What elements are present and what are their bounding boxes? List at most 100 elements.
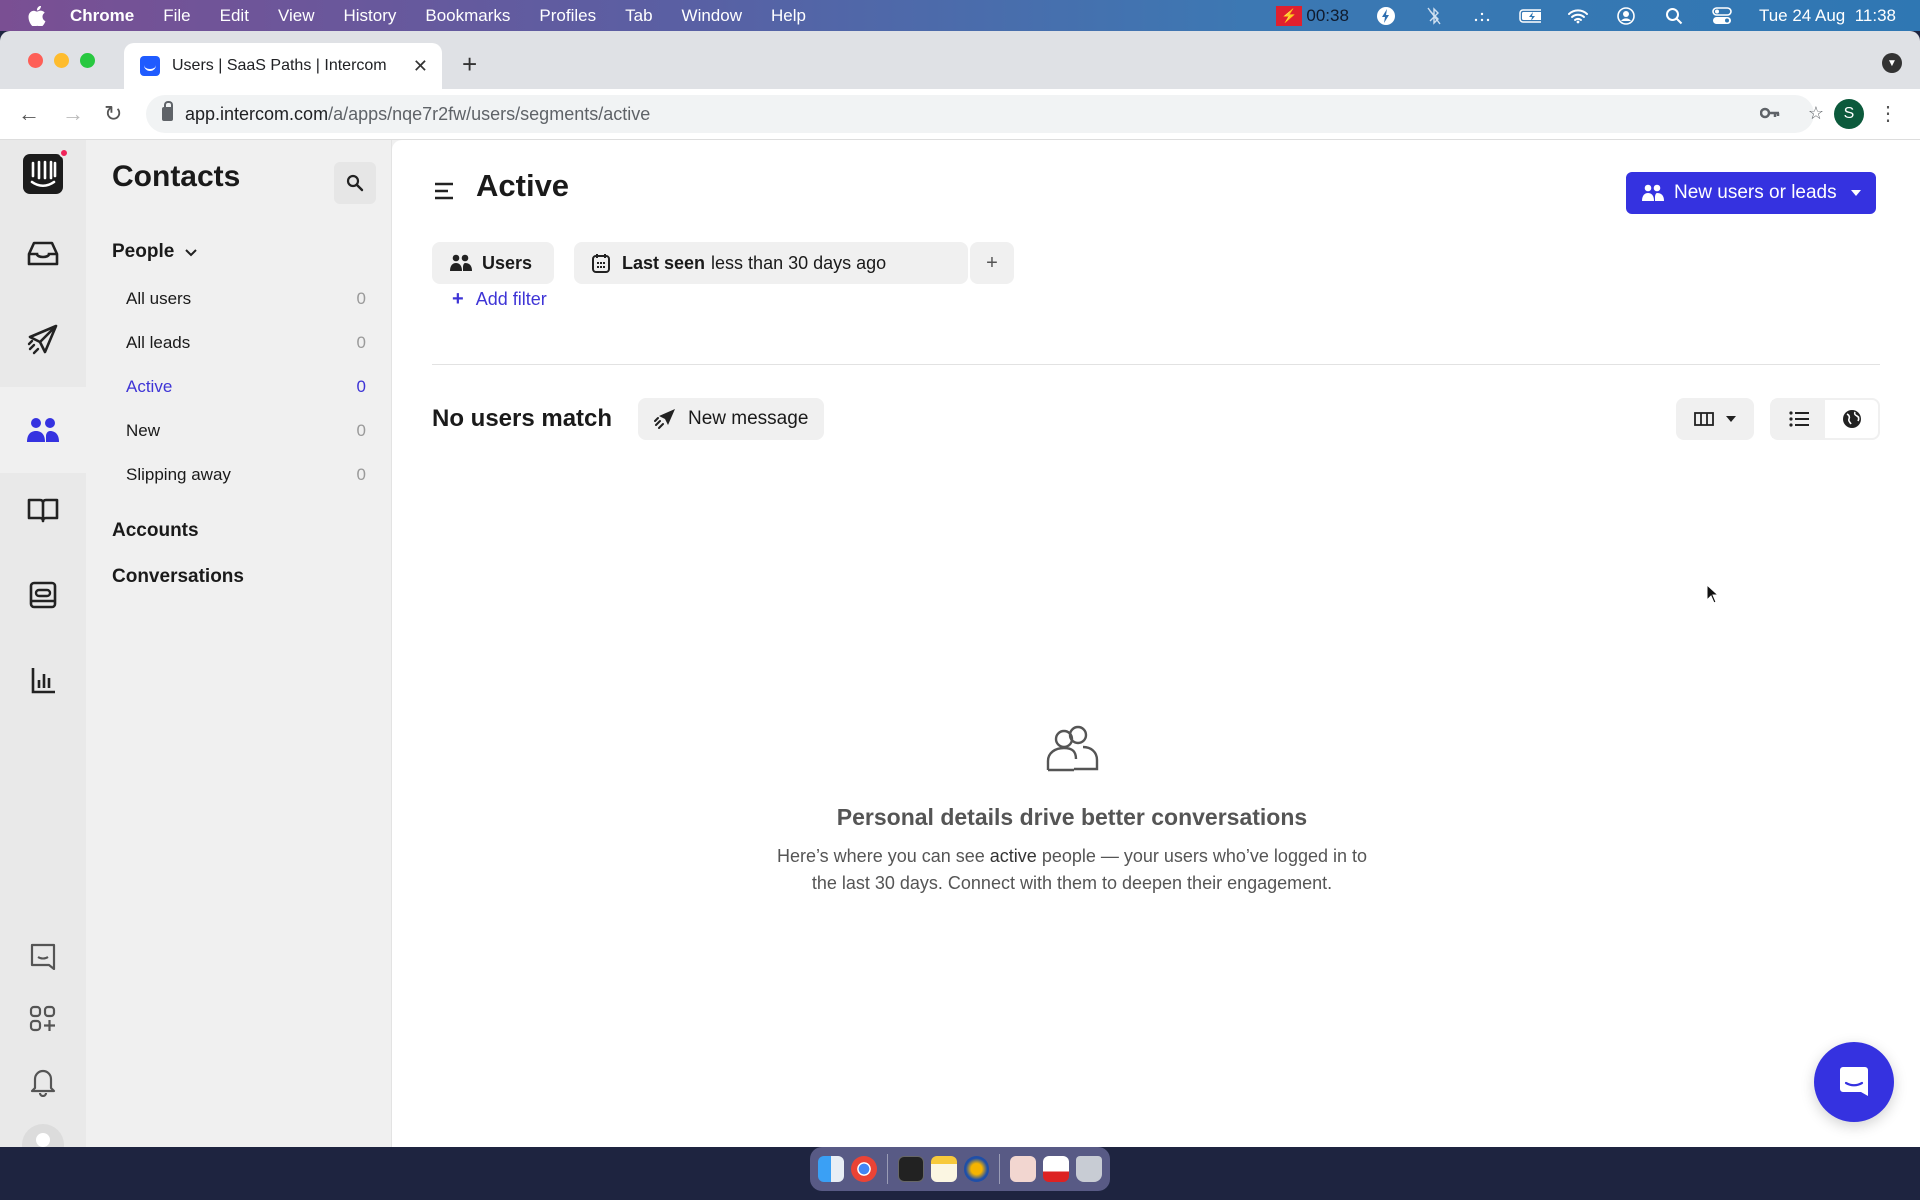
macos-menubar: Chrome File Edit View History Bookmarks …: [0, 0, 1920, 31]
nav-contacts[interactable]: [0, 387, 86, 473]
new-tab-button[interactable]: +: [462, 49, 477, 80]
paper-plane-icon: [654, 409, 675, 429]
address-bar[interactable]: app.intercom.com/a/apps/nqe7r2fw/users/s…: [146, 95, 1814, 133]
recording-icon: ⚡: [1276, 5, 1303, 26]
bluetooth-off-icon[interactable]: [1423, 5, 1445, 27]
notification-dot: [59, 148, 69, 158]
nav-notifications[interactable]: [0, 1052, 86, 1112]
terminal-icon[interactable]: [897, 1156, 924, 1182]
menu-tab[interactable]: Tab: [625, 6, 652, 26]
user-account-icon[interactable]: [1615, 5, 1637, 27]
filter-type-users[interactable]: Users: [432, 242, 554, 284]
menubar-clock[interactable]: Tue 24 Aug 11:38: [1759, 6, 1896, 26]
calendar-icon: [592, 254, 610, 273]
menu-file[interactable]: File: [163, 6, 190, 26]
document-stack-icon[interactable]: [1010, 1156, 1037, 1182]
map-view-button[interactable]: [1825, 400, 1878, 438]
nav-inbox[interactable]: [0, 224, 86, 284]
add-condition-button[interactable]: +: [970, 242, 1014, 284]
globe-icon: [1842, 410, 1861, 428]
menu-window[interactable]: Window: [682, 6, 742, 26]
menu-bookmarks[interactable]: Bookmarks: [425, 6, 510, 26]
screenshot-stack-icon[interactable]: [1043, 1156, 1070, 1182]
sidebar-accounts-section[interactable]: Accounts: [112, 520, 199, 542]
sidebar-item-label: All leads: [126, 333, 191, 352]
trash-icon[interactable]: [1076, 1156, 1103, 1182]
new-users-or-leads-button[interactable]: New users or leads: [1626, 172, 1876, 214]
menu-view[interactable]: View: [278, 6, 315, 26]
wifi-icon[interactable]: [1567, 5, 1589, 27]
sidebar-item-all-users[interactable]: All users 0: [126, 289, 366, 309]
menu-app-name[interactable]: Chrome: [70, 6, 134, 26]
url-path: /a/apps/nqe7r2fw/users/segments/active: [328, 103, 651, 124]
maximize-window-button[interactable]: [80, 53, 95, 68]
chrome-menu-icon[interactable]: ⋮: [1878, 101, 1898, 126]
sidebar-item-slipping-away[interactable]: Slipping away 0: [126, 465, 366, 485]
bell-icon: [30, 1069, 56, 1097]
focus-status-icon[interactable]: [1471, 5, 1493, 27]
bookmark-star-icon[interactable]: ☆: [1808, 103, 1824, 124]
empty-state: Personal details drive better conversati…: [732, 725, 1412, 897]
sidebar-item-active[interactable]: Active 0: [126, 377, 366, 397]
list-view-button[interactable]: [1772, 400, 1825, 438]
main-panel: Active New users or leads Users Last see…: [392, 140, 1920, 1147]
nav-articles[interactable]: [0, 480, 86, 540]
nav-apps[interactable]: [0, 989, 86, 1049]
nav-user-avatar[interactable]: [0, 1115, 86, 1147]
sidebar-search-button[interactable]: [334, 162, 376, 204]
menu-history[interactable]: History: [343, 6, 396, 26]
hamburger-icon: [435, 182, 453, 200]
menu-edit[interactable]: Edit: [220, 6, 249, 26]
finder-icon[interactable]: [818, 1156, 844, 1182]
desc-part: the last 30 days. Connect with them to d…: [811, 873, 1333, 893]
menu-profiles[interactable]: Profiles: [539, 6, 596, 26]
minimize-window-button[interactable]: [54, 53, 69, 68]
back-button[interactable]: ←: [18, 101, 40, 127]
paper-plane-icon: [27, 324, 58, 355]
battery-icon[interactable]: [1519, 5, 1541, 27]
nav-reports[interactable]: [0, 650, 86, 710]
tab-search-icon[interactable]: ▼: [1882, 53, 1902, 73]
reports-box-icon: [29, 581, 57, 609]
new-message-button[interactable]: New message: [638, 398, 825, 440]
sidebar-item-new[interactable]: New 0: [126, 421, 366, 441]
bolt-app-dock-icon[interactable]: [963, 1156, 990, 1182]
add-filter-link[interactable]: + Add filter: [452, 288, 547, 311]
apple-icon[interactable]: [28, 5, 48, 26]
filter-last-seen[interactable]: Last seen less than 30 days ago: [574, 242, 968, 284]
intercom-logo[interactable]: [0, 144, 86, 204]
window-controls: [28, 53, 95, 68]
sidebar-item-count: 0: [356, 289, 366, 308]
password-key-icon[interactable]: [1759, 103, 1780, 124]
toggle-sidebar-button[interactable]: [434, 182, 454, 205]
spotlight-search-icon[interactable]: [1663, 5, 1685, 27]
nav-outbound[interactable]: [0, 310, 86, 370]
tab-title: Users | SaaS Paths | Intercom: [172, 57, 387, 74]
forward-button[interactable]: →: [62, 101, 84, 127]
avatar-icon: [22, 1124, 64, 1147]
browser-tab-active[interactable]: Users | SaaS Paths | Intercom ✕: [124, 43, 442, 89]
sidebar-item-all-leads[interactable]: All leads 0: [126, 333, 366, 353]
messenger-launcher-button[interactable]: [1814, 1042, 1894, 1122]
profile-avatar[interactable]: S: [1834, 99, 1864, 129]
control-center-icon[interactable]: [1711, 5, 1733, 27]
close-window-button[interactable]: [28, 53, 43, 68]
nav-messenger[interactable]: [0, 926, 86, 986]
columns-dropdown-button[interactable]: [1676, 398, 1754, 440]
reload-button[interactable]: ↻: [104, 101, 122, 127]
nav-reports-inbox[interactable]: [0, 565, 86, 625]
columns-icon: [1694, 412, 1714, 426]
sidebar-people-section[interactable]: People: [112, 241, 198, 263]
chrome-icon[interactable]: [850, 1156, 877, 1182]
accounts-label: Accounts: [112, 520, 199, 541]
bolt-app-icon[interactable]: [1375, 5, 1397, 27]
lock-icon[interactable]: [162, 101, 173, 121]
menu-help[interactable]: Help: [771, 6, 806, 26]
sidebar-conversations-section[interactable]: Conversations: [112, 566, 244, 588]
screen-recording-indicator[interactable]: ⚡ 00:38: [1276, 5, 1349, 26]
close-tab-icon[interactable]: ✕: [413, 56, 428, 77]
view-toggle: [1770, 398, 1880, 440]
notes-icon[interactable]: [930, 1156, 957, 1182]
caret-down-icon: [1726, 416, 1736, 422]
intercom-favicon-icon: [140, 56, 160, 76]
